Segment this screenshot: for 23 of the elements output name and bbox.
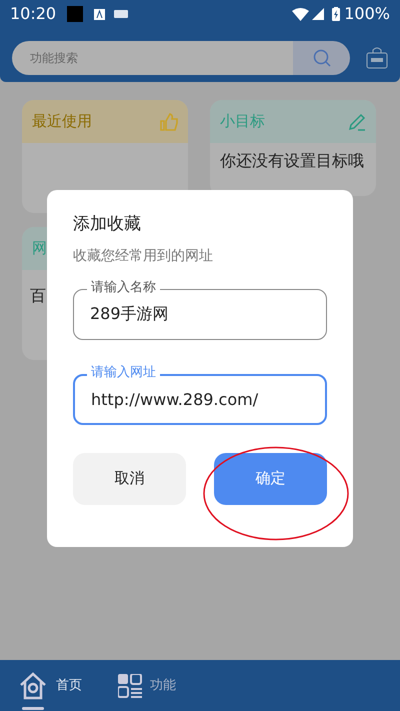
search-button[interactable]: [293, 40, 350, 74]
search-field[interactable]: 功能搜索: [12, 40, 293, 74]
signal-icon: [312, 8, 324, 20]
card-text: 你还没有设置目标哦: [220, 150, 365, 172]
battery-level: 100%: [344, 3, 390, 25]
wifi-icon: [292, 8, 310, 20]
dialog-title: 添加收藏: [73, 213, 142, 236]
card-title: 网: [32, 238, 47, 260]
home-icon: [18, 670, 48, 700]
thumbs-up-icon[interactable]: [160, 112, 178, 130]
clock-time: 10:20: [10, 3, 56, 25]
card-text: 百: [30, 285, 47, 307]
shopping-bag-icon[interactable]: [366, 46, 388, 68]
cancel-button[interactable]: 取消: [73, 452, 186, 504]
tab[interactable]: 首页: [18, 670, 82, 710]
dialog-subtitle: 收藏您经常用到的网址: [73, 246, 214, 266]
card-title: 小目标: [220, 111, 265, 132]
grid-icon: [118, 674, 142, 698]
app-icon: [94, 8, 106, 20]
tab[interactable]: 功能: [118, 674, 176, 708]
card-title: 最近使用: [32, 111, 92, 132]
search-icon: [312, 48, 330, 66]
battery-icon: [332, 7, 340, 21]
